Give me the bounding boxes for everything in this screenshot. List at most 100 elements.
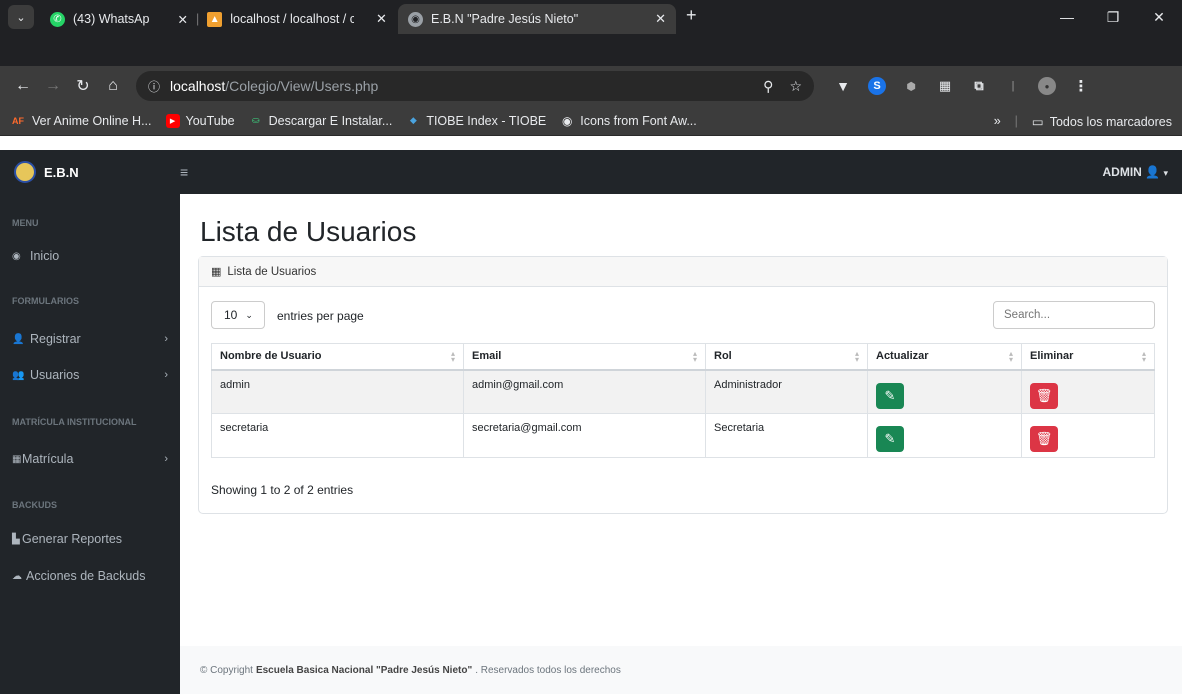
close-window-icon[interactable]: ✕: [1136, 0, 1182, 34]
bookmark-fontawesome[interactable]: ◉ Icons from Font Aw...: [560, 114, 697, 128]
sidebar-item-reportes[interactable]: ▙ Generar Reportes: [0, 532, 180, 546]
sort-icon: ▴ ▾: [450, 349, 455, 364]
users-card: ▦ Lista de Usuarios 10 ⌄ entries per page…: [198, 256, 1168, 514]
search-input[interactable]: [993, 301, 1155, 329]
divider: |: [1011, 80, 1015, 92]
col-header-nombre[interactable]: Nombre de Usuario ▴ ▾: [211, 343, 464, 371]
zoom-icon[interactable]: ⚲: [763, 78, 773, 95]
col-header-actualizar[interactable]: Actualizar ▴ ▾: [867, 343, 1022, 371]
sidebar-item-registrar[interactable]: 👤 Registrar ›: [0, 332, 180, 346]
youtube-icon: ▶: [165, 113, 180, 128]
cell-rol: Secretaria: [705, 413, 868, 458]
building-icon: ▦: [12, 453, 22, 465]
entries-per-page-select[interactable]: 10 ⌄: [211, 301, 265, 329]
more-bookmarks-button[interactable]: »: [994, 114, 1001, 128]
close-icon[interactable]: ✕: [655, 11, 666, 27]
brand-text: E.B.N: [44, 164, 79, 180]
minimize-icon[interactable]: —: [1044, 0, 1090, 34]
menu-kebab-icon[interactable]: ⋮: [1072, 77, 1090, 95]
vue-devtools-icon[interactable]: ▼: [834, 77, 852, 95]
bookmark-youtube[interactable]: ▶ YouTube: [165, 113, 235, 128]
sidebar-item-matricula[interactable]: ▦ Matrícula ›: [0, 452, 180, 466]
col-label: Nombre de Usuario: [220, 350, 322, 363]
all-bookmarks-label: Todos los marcadores: [1049, 114, 1172, 129]
sidebar-item-inicio[interactable]: ◉ Inicio: [0, 249, 180, 263]
sidebar-heading-menu: MENU: [12, 218, 39, 228]
sidebar-toggle-icon[interactable]: ≡: [180, 164, 188, 180]
pencil-icon: ✎: [884, 431, 896, 446]
extension-icon[interactable]: S: [868, 77, 886, 95]
site-info-icon[interactable]: ⓘ: [148, 78, 160, 95]
edit-button[interactable]: ✎: [876, 382, 904, 409]
all-bookmarks-button[interactable]: ▭ Todos los marcadores: [1032, 114, 1172, 129]
bookmark-anime[interactable]: AF Ver Anime Online H...: [10, 114, 152, 128]
reload-icon[interactable]: ↻: [68, 76, 98, 96]
sidebar-heading-matricula: MATRÍCULA INSTITUCIONAL: [12, 417, 137, 427]
col-label: Rol: [714, 350, 732, 363]
tab-divider: |: [196, 12, 200, 26]
col-header-rol[interactable]: Rol ▴ ▾: [705, 343, 868, 371]
phpmyadmin-icon: ▲: [207, 11, 223, 27]
cell-actualizar: ✎: [867, 369, 1022, 414]
cloud-icon: ☁: [12, 570, 22, 582]
dashboard-icon: ◉: [12, 250, 21, 262]
extensions-puzzle-icon[interactable]: ⧉: [970, 77, 988, 95]
col-header-email[interactable]: Email ▴ ▾: [463, 343, 706, 371]
chevron-right-icon: ›: [164, 333, 168, 345]
tab-whatsapp[interactable]: ✆ (43) WhatsApp: [40, 4, 160, 34]
sidebar-item-label: Acciones de Backuds: [26, 569, 146, 583]
bookmark-label: Icons from Font Aw...: [580, 113, 697, 128]
sidebar-item-label: Matrícula: [22, 452, 74, 466]
tab-phpmyadmin[interactable]: ✕ | ▲ localhost / localhost / colegio /: [160, 4, 364, 34]
sort-icon: ▴ ▾: [1141, 349, 1146, 364]
shield-icon[interactable]: ⬢: [902, 77, 920, 95]
home-icon[interactable]: ⌂: [98, 77, 128, 95]
users-table: Nombre de Usuario ▴ ▾ Email ▴ ▾ Rol ▴ ▾ Actual…: [211, 343, 1155, 458]
delete-button[interactable]: 🗑: [1030, 382, 1058, 409]
sidebar-heading-formularios: FORMULARIOS: [12, 296, 79, 306]
close-icon[interactable]: ✕: [170, 12, 188, 27]
sidebar-item-usuarios[interactable]: 👥 Usuarios ›: [0, 368, 180, 382]
cell-eliminar: 🗑: [1021, 369, 1155, 414]
url-path: /Colegio/View/Users.php: [225, 78, 379, 94]
sidebar-item-label: Inicio: [30, 249, 60, 263]
qr-icon[interactable]: ▦: [936, 77, 954, 95]
tab-ebn[interactable]: ◉ E.B.N "Padre Jesús Nieto" ✕: [398, 4, 676, 34]
forward-icon[interactable]: →: [38, 77, 68, 95]
profile-avatar[interactable]: ●: [1038, 77, 1056, 95]
user-icon: 👤: [12, 333, 25, 345]
sort-icon: ▴ ▾: [692, 349, 697, 364]
bookmark-label: YouTube: [185, 113, 235, 128]
user-dropdown[interactable]: ADMIN 👤 ▾: [1103, 165, 1169, 179]
table-info: Showing 1 to 2 of 2 entries: [211, 483, 354, 497]
star-icon[interactable]: ☆: [789, 78, 802, 95]
table-icon: ▦: [211, 266, 222, 278]
brand-link[interactable]: E.B.N: [0, 161, 180, 183]
col-header-eliminar[interactable]: Eliminar ▴ ▾: [1021, 343, 1155, 371]
users-icon: 👥: [12, 369, 25, 381]
entries-value: 10: [224, 308, 238, 322]
edit-button[interactable]: ✎: [876, 426, 904, 452]
trash-icon: 🗑: [1035, 387, 1053, 403]
back-icon[interactable]: ←: [8, 77, 38, 95]
sort-icon: ▴ ▾: [854, 349, 859, 364]
delete-button[interactable]: 🗑: [1030, 426, 1058, 452]
user-name: ADMIN: [1102, 165, 1142, 179]
pencil-icon: ✎: [884, 387, 896, 403]
url-bar[interactable]: ⓘ localhost/Colegio/View/Users.php ⚲ ☆: [136, 71, 814, 101]
restore-icon[interactable]: ❐: [1090, 0, 1136, 34]
new-tab-button[interactable]: +: [686, 5, 697, 29]
close-icon[interactable]: ✕: [376, 11, 387, 27]
tab-title: E.B.N "Padre Jesús Nieto": [431, 12, 579, 26]
page-title: Lista de Usuarios: [200, 216, 417, 247]
entries-label: entries per page: [277, 309, 364, 323]
tiobe-icon: ◆: [409, 115, 417, 125]
sidebar-item-acciones[interactable]: ☁ Acciones de Backuds: [0, 569, 180, 583]
bookmark-descargar[interactable]: ⛀ Descargar E Instalar...: [249, 114, 392, 128]
app-topbar: E.B.N ≡ ADMIN 👤 ▾: [0, 150, 1182, 194]
folder-icon: ▭: [1031, 114, 1044, 129]
school-logo-icon: [14, 161, 36, 183]
tab-search-button[interactable]: ⌄: [8, 5, 34, 29]
bookmark-tiobe[interactable]: ◆ TIOBE Index - TIOBE: [406, 114, 546, 128]
col-label: Email: [472, 350, 502, 363]
